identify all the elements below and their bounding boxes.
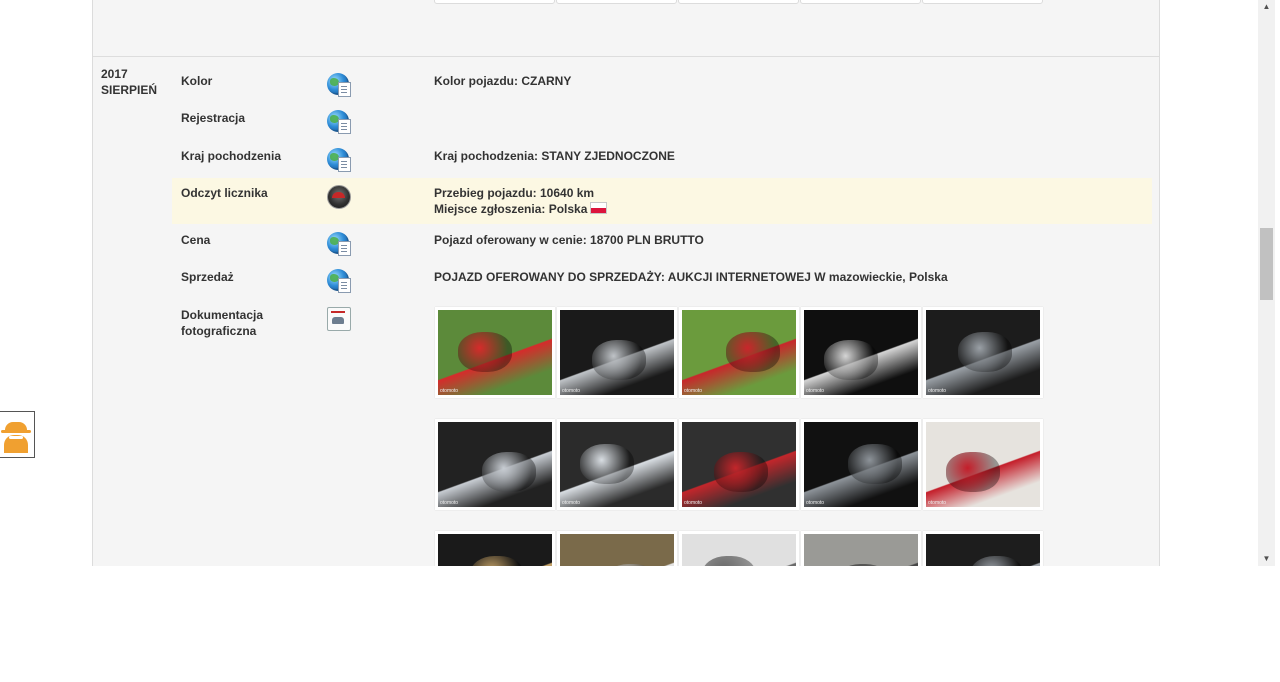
- entry-year: 2017: [101, 67, 128, 81]
- row-label-kraj-pochodzenia: Kraj pochodzenia: [181, 149, 282, 163]
- photo-subject: [470, 556, 524, 566]
- photo-watermark: otomoto: [440, 388, 459, 394]
- speedometer-icon: [327, 185, 351, 209]
- mileage-value: Przebieg pojazdu: 10640 km: [434, 186, 595, 200]
- scrollbar-thumb[interactable]: [1260, 228, 1273, 300]
- gallery-thumbnail[interactable]: otomoto: [557, 307, 677, 398]
- gallery-thumbnail[interactable]: otomoto: [923, 419, 1043, 510]
- photo-subject: [848, 444, 902, 484]
- gallery-thumbnail[interactable]: otomoto: [679, 419, 799, 510]
- gallery-thumbnail[interactable]: otomoto: [801, 419, 921, 510]
- scroll-up-arrow-icon[interactable]: ▲: [1258, 0, 1275, 14]
- previous-thumb-edge[interactable]: [434, 0, 555, 4]
- gallery-thumbnail[interactable]: otomoto: [679, 531, 799, 566]
- photo-watermark: otomoto: [806, 500, 825, 506]
- gallery-thumbnail[interactable]: otomoto: [435, 419, 555, 510]
- photo-subject: [824, 340, 878, 380]
- previous-entry-section: [93, 0, 1159, 57]
- gallery-thumbnail[interactable]: otomoto: [801, 307, 921, 398]
- globe-doc-icon: [327, 232, 351, 256]
- page-viewport: 2017 SIERPIEŃ Kolor Kolor pojazdu: CZARN…: [0, 0, 1280, 566]
- vehicle-history-panel: 2017 SIERPIEŃ Kolor Kolor pojazdu: CZARN…: [92, 0, 1160, 566]
- photo-subject: [580, 444, 634, 484]
- photo-watermark: otomoto: [562, 500, 581, 506]
- gallery-thumbnail[interactable]: otomoto: [923, 531, 1043, 566]
- report-location: Miejsce zgłoszenia: Polska: [434, 201, 608, 217]
- row-label-rejestracja: Rejestracja: [181, 111, 246, 125]
- photo-subject: [836, 564, 890, 566]
- gallery-thumbnail[interactable]: otomoto: [923, 307, 1043, 398]
- photo-subject: [958, 332, 1012, 372]
- previous-thumb-edge[interactable]: [556, 0, 677, 4]
- photo-document-icon: [327, 307, 351, 331]
- gallery-thumbnail[interactable]: otomoto: [557, 419, 677, 510]
- spy-hat-brim: [1, 430, 31, 433]
- row-label-cena: Cena: [181, 233, 211, 247]
- globe-doc-icon: [327, 269, 351, 293]
- photo-watermark: otomoto: [928, 500, 947, 506]
- row-value-kolor: Kolor pojazdu: CZARNY: [434, 74, 572, 88]
- photo-watermark: otomoto: [684, 388, 703, 394]
- previous-thumb-edge[interactable]: [922, 0, 1043, 4]
- row-value-cena: Pojazd oferowany w cenie: 18700 PLN BRUT…: [434, 233, 704, 247]
- photo-watermark: otomoto: [440, 500, 459, 506]
- entry-month: SIERPIEŃ: [101, 83, 158, 97]
- gallery-thumbnail[interactable]: otomoto: [679, 307, 799, 398]
- row-label-sprzedaz: Sprzedaż: [181, 270, 234, 284]
- photo-watermark: otomoto: [684, 500, 703, 506]
- highlighted-row-background: [172, 178, 1152, 224]
- photo-subject: [458, 332, 512, 372]
- row-label-odczyt-licznika: Odczyt licznika: [181, 186, 268, 200]
- row-label-dokumentacja: Dokumentacja fotograficzna: [181, 308, 264, 338]
- row-value-odczyt-licznika: Przebieg pojazdu: 10640 km Miejsce zgłos…: [434, 185, 608, 217]
- globe-doc-icon: [327, 73, 351, 97]
- row-value-kraj-pochodzenia: Kraj pochodzenia: STANY ZJEDNOCZONE: [434, 149, 675, 163]
- photo-subject: [726, 332, 780, 372]
- gallery-thumbnail[interactable]: otomoto: [435, 531, 555, 566]
- previous-thumb-edge[interactable]: [800, 0, 921, 4]
- photo-subject: [970, 556, 1024, 566]
- gallery-thumbnail[interactable]: otomoto: [435, 307, 555, 398]
- photo-subject: [714, 452, 768, 492]
- photo-subject: [702, 556, 756, 566]
- gallery-thumbnail[interactable]: otomoto: [801, 531, 921, 566]
- entry-date: 2017 SIERPIEŃ: [101, 66, 157, 98]
- photo-subject: [482, 452, 536, 492]
- row-value-sprzedaz: POJAZD OFEROWANY DO SPRZEDAŻY: AUKCJI IN…: [434, 270, 948, 284]
- photo-watermark: otomoto: [928, 388, 947, 394]
- globe-doc-icon: [327, 148, 351, 172]
- gallery-thumbnail[interactable]: otomoto: [557, 531, 677, 566]
- photo-subject: [592, 340, 646, 380]
- photo-subject: [946, 452, 1000, 492]
- photo-watermark: otomoto: [562, 388, 581, 394]
- globe-doc-icon: [327, 110, 351, 134]
- previous-thumb-edge[interactable]: [678, 0, 799, 4]
- vertical-scrollbar[interactable]: ▲ ▼: [1258, 0, 1275, 566]
- incognito-spy-button[interactable]: [0, 411, 35, 458]
- photo-subject: [604, 564, 658, 566]
- row-label-kolor: Kolor: [181, 74, 213, 88]
- poland-flag-icon: [590, 202, 608, 214]
- photo-watermark: otomoto: [806, 388, 825, 394]
- spy-glasses: [9, 436, 23, 439]
- scroll-down-arrow-icon[interactable]: ▼: [1258, 552, 1275, 566]
